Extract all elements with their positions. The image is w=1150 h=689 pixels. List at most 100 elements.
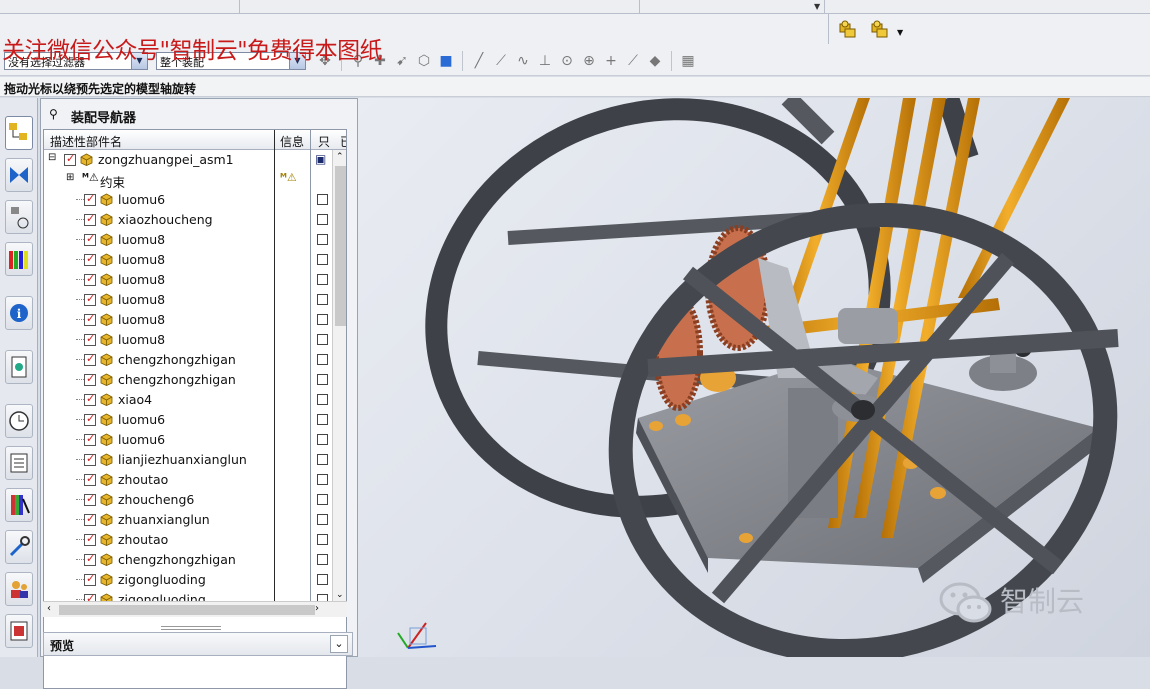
scrollbar-thumb[interactable] <box>59 605 315 615</box>
splitter-handle[interactable] <box>161 626 221 630</box>
assembly-model-view[interactable] <box>358 98 1150 657</box>
list-item[interactable]: luomu8 <box>44 330 344 350</box>
list-item[interactable]: zhoutao <box>44 470 344 490</box>
constraints-row[interactable]: ⊞ ᴹ⚠ 约束 ᴹ⚠ <box>44 170 344 190</box>
list-item[interactable]: zhoutao <box>44 530 344 550</box>
part-navigator-tab[interactable] <box>5 200 33 234</box>
end-point-icon[interactable]: ╱ <box>470 52 488 70</box>
list-item[interactable]: xiaozhoucheng <box>44 210 344 230</box>
constraint-navigator-tab[interactable] <box>5 158 33 192</box>
web-browser-tab[interactable]: i <box>5 296 33 330</box>
horizontal-scrollbar[interactable]: ‹ › <box>43 601 347 617</box>
pointer-icon[interactable]: ➹ <box>393 52 411 70</box>
readonly-checkbox[interactable] <box>317 334 328 345</box>
intersection-icon[interactable]: + <box>602 52 620 70</box>
curve-point-icon[interactable]: ∿ <box>514 52 532 70</box>
list-item[interactable]: zigongluoding <box>44 570 344 590</box>
list-item[interactable]: luomu8 <box>44 290 344 310</box>
save-icon[interactable]: ▣ <box>315 152 326 166</box>
list-item[interactable]: luomu6 <box>44 430 344 450</box>
visualization-tab[interactable] <box>5 488 33 522</box>
collapse-icon[interactable]: ⊟ <box>48 152 56 163</box>
readonly-checkbox[interactable] <box>317 274 328 285</box>
list-item[interactable]: luomu6 <box>44 190 344 210</box>
chevron-down-icon[interactable]: ▼ <box>814 2 820 11</box>
process-studio-tab[interactable] <box>5 446 33 480</box>
readonly-checkbox[interactable] <box>317 574 328 585</box>
list-item[interactable]: luomu8 <box>44 250 344 270</box>
visibility-checkbox[interactable] <box>84 272 96 286</box>
list-item[interactable]: xiao4 <box>44 390 344 410</box>
readonly-checkbox[interactable] <box>317 294 328 305</box>
history-clock-tab[interactable] <box>5 404 33 438</box>
readonly-checkbox[interactable] <box>317 214 328 225</box>
tree-root-row[interactable]: ⊟ zongzhuangpei_asm1 ▣ <box>44 150 344 170</box>
visibility-checkbox[interactable] <box>84 192 96 206</box>
visibility-checkbox[interactable] <box>84 572 96 586</box>
history-tab[interactable] <box>5 350 33 384</box>
visibility-checkbox[interactable] <box>84 552 96 566</box>
visibility-checkbox[interactable] <box>84 452 96 466</box>
top-strip-segment[interactable] <box>640 0 825 13</box>
list-item[interactable]: luomu8 <box>44 310 344 330</box>
add-component-icon[interactable] <box>837 18 859 40</box>
readonly-checkbox[interactable] <box>317 534 328 545</box>
users-tab[interactable] <box>5 572 33 606</box>
visibility-checkbox[interactable] <box>84 472 96 486</box>
chevron-down-icon[interactable]: ⌄ <box>330 635 348 653</box>
column-name-header[interactable]: 描述性部件名 <box>50 133 122 150</box>
visibility-checkbox[interactable] <box>84 332 96 346</box>
chevron-down-icon[interactable]: ▼ <box>897 28 903 37</box>
readonly-checkbox[interactable] <box>317 514 328 525</box>
visibility-checkbox[interactable] <box>64 152 76 166</box>
solid-body-icon[interactable]: ■ <box>437 52 455 70</box>
column-extra-header[interactable]: 已 <box>340 133 346 150</box>
visibility-checkbox[interactable] <box>84 252 96 266</box>
chevron-down-icon[interactable]: ⌄ <box>336 590 344 600</box>
readonly-checkbox[interactable] <box>317 394 328 405</box>
quadrant-point-icon[interactable]: ⊕ <box>580 52 598 70</box>
readonly-checkbox[interactable] <box>317 234 328 245</box>
readonly-checkbox[interactable] <box>317 554 328 565</box>
readonly-checkbox[interactable] <box>317 254 328 265</box>
preview-section[interactable]: 预览 ⌄ <box>43 632 353 656</box>
graphics-window[interactable] <box>358 98 1150 657</box>
component-icon[interactable]: ⬡ <box>415 52 433 70</box>
visibility-checkbox[interactable] <box>84 392 96 406</box>
list-item[interactable]: chengzhongzhigan <box>44 370 344 390</box>
list-item[interactable]: lianjiezhuanxianglun <box>44 450 344 470</box>
visibility-checkbox[interactable] <box>84 532 96 546</box>
list-item[interactable]: luomu6 <box>44 410 344 430</box>
list-item[interactable]: chengzhongzhigan <box>44 350 344 370</box>
list-item[interactable]: zhuanxianglun <box>44 510 344 530</box>
visibility-checkbox[interactable] <box>84 372 96 386</box>
visibility-checkbox[interactable] <box>84 312 96 326</box>
chevron-left-icon[interactable]: ‹ <box>47 603 51 614</box>
list-item[interactable]: luomu8 <box>44 270 344 290</box>
visibility-checkbox[interactable] <box>84 412 96 426</box>
mid-point-icon[interactable]: ⟋ <box>492 52 510 70</box>
tangent-icon[interactable]: ⟋ <box>624 52 642 70</box>
perpendicular-icon[interactable]: ⊥ <box>536 52 554 70</box>
readonly-checkbox[interactable] <box>317 354 328 365</box>
roles-tab[interactable] <box>5 530 33 564</box>
expand-icon[interactable]: ⊞ <box>66 172 74 183</box>
chevron-right-icon[interactable]: › <box>315 603 319 614</box>
readonly-checkbox[interactable] <box>317 194 328 205</box>
readonly-checkbox[interactable] <box>317 414 328 425</box>
assembly-navigator-tab[interactable] <box>5 116 33 150</box>
visibility-checkbox[interactable] <box>84 352 96 366</box>
face-point-icon[interactable]: ◆ <box>646 52 664 70</box>
column-readonly-header[interactable]: 只 <box>318 133 330 150</box>
scrollbar-thumb[interactable] <box>335 166 346 326</box>
assembly-constraint-icon[interactable] <box>869 18 891 40</box>
visibility-checkbox[interactable] <box>84 492 96 506</box>
list-item[interactable]: zhoucheng6 <box>44 490 344 510</box>
column-info-header[interactable]: 信息 <box>280 133 304 150</box>
grid-icon[interactable]: ▦ <box>679 52 697 70</box>
list-item[interactable]: chengzhongzhigan <box>44 550 344 570</box>
system-scenery-tab[interactable] <box>5 614 33 648</box>
center-point-icon[interactable]: ⊙ <box>558 52 576 70</box>
chevron-up-icon[interactable]: ⌃ <box>336 152 344 162</box>
readonly-checkbox[interactable] <box>317 494 328 505</box>
